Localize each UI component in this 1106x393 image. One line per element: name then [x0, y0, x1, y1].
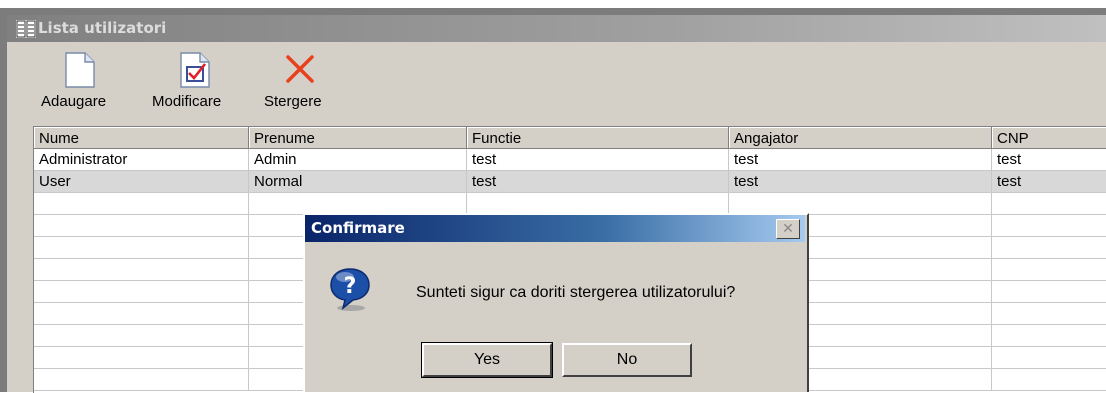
cell-functie: test — [467, 171, 729, 193]
empty-cell — [34, 325, 249, 347]
empty-cell — [992, 281, 1106, 303]
no-button[interactable]: No — [562, 343, 692, 377]
column-header-cnp[interactable]: CNP — [992, 127, 1106, 149]
new-document-icon — [65, 52, 95, 88]
edit-button-label: Modificare — [152, 93, 222, 110]
dialog-title: Confirmare — [311, 219, 405, 237]
column-header-functie[interactable]: Functie — [467, 127, 729, 149]
empty-cell — [34, 303, 249, 325]
empty-cell — [34, 369, 249, 391]
empty-cell — [992, 325, 1106, 347]
column-header-prenume[interactable]: Prenume — [249, 127, 467, 149]
close-icon: ✕ — [782, 220, 794, 236]
empty-cell — [34, 237, 249, 259]
question-icon: ? — [330, 268, 370, 311]
window-title: Lista utilizatori — [38, 19, 167, 37]
cell-prenume: Admin — [249, 149, 467, 171]
empty-cell — [34, 281, 249, 303]
column-header-nume[interactable]: Nume — [34, 127, 249, 149]
add-button-label: Adaugare — [41, 93, 107, 110]
dialog-titlebar[interactable]: Confirmare ✕ — [305, 215, 805, 242]
empty-cell — [249, 193, 467, 215]
cell-angajator: test — [729, 171, 992, 193]
dialog-message: Sunteti sigur ca doriti stergerea utiliz… — [416, 284, 736, 301]
empty-cell — [34, 215, 249, 237]
cell-nume: Administrator — [34, 149, 249, 171]
window-titlebar[interactable]: Lista utilizatori — [7, 15, 1106, 42]
empty-cell — [992, 259, 1106, 281]
add-button[interactable]: Adaugare — [35, 42, 115, 122]
cell-cnp: test — [992, 149, 1106, 171]
dialog-close-button[interactable]: ✕ — [776, 219, 800, 239]
delete-button[interactable]: Stergere — [260, 42, 340, 122]
empty-cell — [729, 193, 992, 215]
empty-cell — [992, 215, 1106, 237]
column-header-angajator[interactable]: Angajator — [729, 127, 992, 149]
empty-cell — [992, 237, 1106, 259]
toolbar: Adaugare Modificare Stergere — [7, 42, 1106, 124]
empty-cell — [467, 193, 729, 215]
empty-cell — [992, 369, 1106, 391]
cell-functie: test — [467, 149, 729, 171]
delete-button-label: Stergere — [264, 93, 322, 110]
empty-cell — [992, 303, 1106, 325]
cell-prenume: Normal — [249, 171, 467, 193]
grid-list-icon — [16, 20, 36, 38]
edit-document-icon — [180, 52, 210, 88]
edit-button[interactable]: Modificare — [148, 42, 238, 122]
yes-button[interactable]: Yes — [421, 342, 553, 378]
delete-x-icon — [286, 55, 314, 83]
cell-angajator: test — [729, 149, 992, 171]
cell-cnp: test — [992, 171, 1106, 193]
empty-cell — [34, 259, 249, 281]
cell-nume: User — [34, 171, 249, 193]
empty-cell — [34, 193, 249, 215]
empty-cell — [992, 193, 1106, 215]
confirm-dialog: Confirmare ✕ ? Sunteti sigur ca doriti s… — [303, 213, 809, 392]
svg-text:?: ? — [344, 274, 357, 299]
empty-cell — [34, 347, 249, 369]
empty-cell — [992, 347, 1106, 369]
